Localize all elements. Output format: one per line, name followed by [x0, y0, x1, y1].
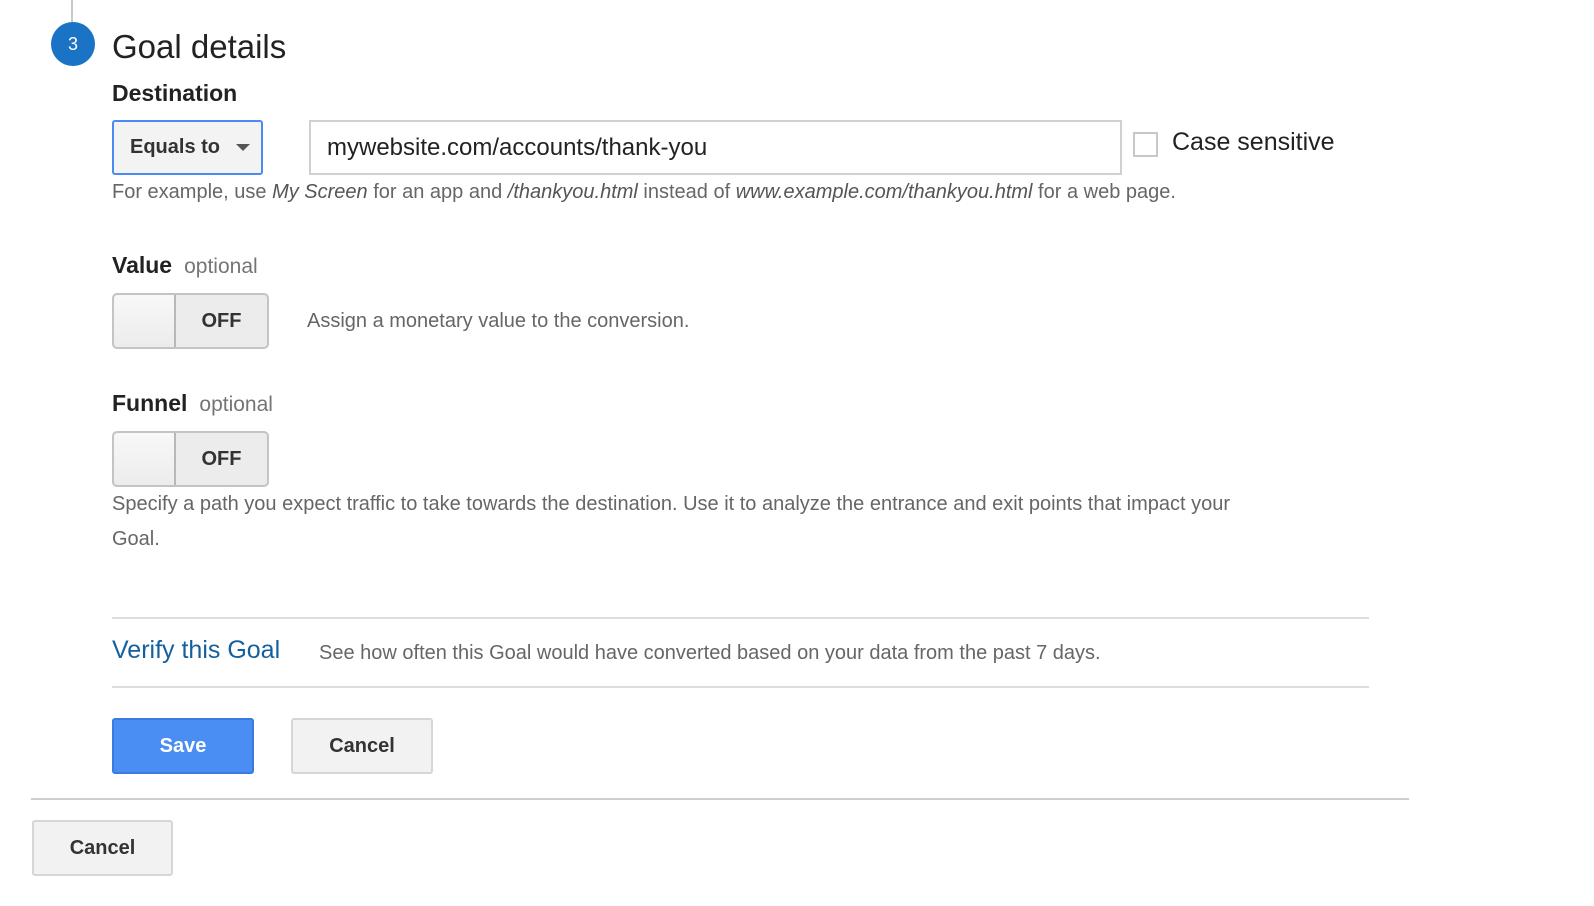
value-optional: optional [184, 255, 258, 278]
funnel-heading: Funnel optional [112, 390, 273, 417]
save-button[interactable]: Save [112, 718, 254, 774]
cancel-button[interactable]: Cancel [291, 718, 433, 774]
chevron-down-icon [236, 144, 251, 151]
value-description: Assign a monetary value to the conversio… [307, 310, 690, 332]
step-connector-line [71, 0, 73, 22]
verify-goal-link[interactable]: Verify this Goal [112, 636, 280, 665]
case-sensitive-checkbox[interactable] [1133, 132, 1158, 157]
destination-label: Destination [112, 80, 238, 106]
footer-cancel-button[interactable]: Cancel [32, 820, 173, 876]
match-type-value: Equals to [130, 136, 221, 158]
divider [112, 617, 1369, 619]
toggle-state: OFF [201, 447, 242, 470]
verify-description: See how often this Goal would have conve… [319, 642, 1101, 664]
toggle-state: OFF [201, 309, 242, 332]
case-sensitive-label: Case sensitive [1172, 128, 1335, 156]
destination-input[interactable] [309, 120, 1122, 175]
value-toggle[interactable]: OFF [112, 293, 269, 349]
toggle-knob [114, 433, 176, 485]
divider [112, 686, 1369, 688]
section-title: Goal details [112, 28, 287, 65]
funnel-label: Funnel [112, 390, 188, 416]
toggle-knob [114, 295, 176, 347]
footer-divider [31, 798, 1409, 800]
value-label: Value [112, 252, 173, 278]
value-heading: Value optional [112, 252, 258, 279]
funnel-description-line2: Goal. [112, 528, 160, 550]
funnel-description-line1: Specify a path you expect traffic to tak… [112, 493, 1231, 515]
funnel-optional: optional [199, 393, 273, 416]
match-type-dropdown[interactable]: Equals to [112, 120, 263, 175]
step-number-badge: 3 [51, 22, 95, 66]
funnel-toggle[interactable]: OFF [112, 431, 269, 487]
destination-hint: For example, use My Screen for an app an… [112, 181, 1176, 203]
